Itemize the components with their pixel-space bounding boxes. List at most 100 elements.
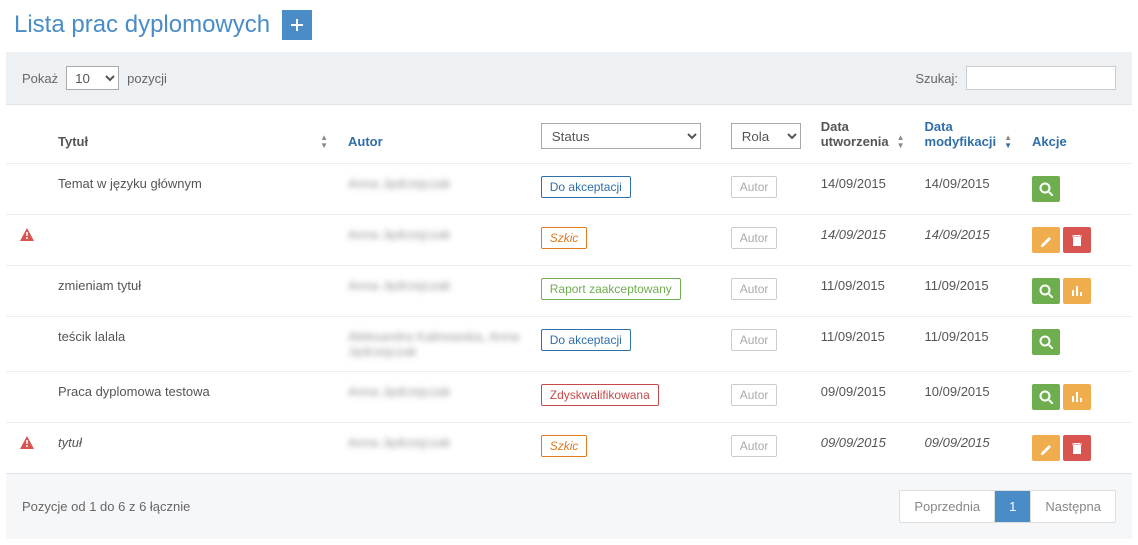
cell-status: Do akceptacji [531,164,721,215]
edit-icon [1039,233,1053,247]
warning-icon [19,439,35,454]
role-badge: Autor [731,384,778,406]
cell-title: teścik lalala [38,317,338,372]
col-role: Rola [721,105,811,164]
col-author[interactable]: Autor [338,105,531,164]
cell-modified: 11/09/2015 [915,266,1022,317]
report-icon [1070,284,1084,298]
edit-button[interactable] [1032,435,1060,461]
cell-role: Autor [721,423,811,474]
col-title[interactable]: Tytuł▲▼ [38,105,338,164]
cell-created: 09/09/2015 [811,372,915,423]
delete-icon [1070,441,1084,455]
delete-button[interactable] [1063,435,1091,461]
status-filter[interactable]: Status [541,123,701,149]
cell-title: Temat w języku głównym [38,164,338,215]
view-button[interactable] [1032,329,1060,355]
cell-created: 11/09/2015 [811,266,915,317]
col-warning [6,105,38,164]
table-toolbar: Pokaż 102550100 pozycji Szukaj: [6,52,1132,105]
table-row: Temat w języku głównym Anna Jędrzejczak … [6,164,1132,215]
cell-title: Praca dyplomowa testowa [38,372,338,423]
cell-actions [1022,215,1132,266]
cell-status: Do akceptacji [531,317,721,372]
cell-title: tytuł [38,423,338,474]
search-label: Szukaj: [915,71,958,86]
cell-modified: 14/09/2015 [915,215,1022,266]
cell-actions [1022,164,1132,215]
view-button[interactable] [1032,176,1060,202]
role-badge: Autor [731,176,778,198]
table-footer: Pozycje od 1 do 6 z 6 łącznie Poprzednia… [6,473,1132,539]
cell-created: 14/09/2015 [811,164,915,215]
edit-button[interactable] [1032,227,1060,253]
status-badge: Szkic [541,435,588,457]
view-button[interactable] [1032,384,1060,410]
status-badge: Raport zaakceptowany [541,278,681,300]
entries-label: pozycji [127,71,167,86]
cell-created: 14/09/2015 [811,215,915,266]
col-modified[interactable]: Data modyfikacji▲▼ [915,105,1022,164]
cell-author: Anna Jędrzejczak [338,423,531,474]
cell-created: 09/09/2015 [811,423,915,474]
report-button[interactable] [1063,278,1091,304]
cell-modified: 14/09/2015 [915,164,1022,215]
cell-created: 11/09/2015 [811,317,915,372]
cell-modified: 10/09/2015 [915,372,1022,423]
cell-actions [1022,317,1132,372]
status-badge: Do akceptacji [541,329,631,351]
pager-prev[interactable]: Poprzednia [900,491,994,522]
view-icon [1039,335,1053,349]
thesis-table: Tytuł▲▼ Autor Status Rola Data utworzeni… [6,105,1132,473]
delete-icon [1070,233,1084,247]
cell-modified: 11/09/2015 [915,317,1022,372]
pager: Poprzednia 1 Następna [899,490,1116,523]
table-row: teścik lalala Aleksandra Kalinowska, Ann… [6,317,1132,372]
view-icon [1039,182,1053,196]
cell-author: Anna Jędrzejczak [338,215,531,266]
cell-role: Autor [721,317,811,372]
edit-icon [1039,441,1053,455]
report-icon [1070,390,1084,404]
role-badge: Autor [731,227,778,249]
col-status: Status [531,105,721,164]
cell-status: Szkic [531,423,721,474]
cell-status: Szkic [531,215,721,266]
plus-icon [290,18,304,32]
pager-page-1[interactable]: 1 [994,491,1030,522]
role-filter[interactable]: Rola [731,123,801,149]
view-button[interactable] [1032,278,1060,304]
cell-role: Autor [721,266,811,317]
role-badge: Autor [731,329,778,351]
cell-status: Zdyskwalifikowana [531,372,721,423]
sort-icon: ▲▼ [320,134,328,149]
status-badge: Do akceptacji [541,176,631,198]
delete-button[interactable] [1063,227,1091,253]
cell-title: zmieniam tytuł [38,266,338,317]
cell-modified: 09/09/2015 [915,423,1022,474]
warning-icon [19,231,35,246]
table-row: zmieniam tytuł Anna Jędrzejczak Raport z… [6,266,1132,317]
table-row: tytuł Anna Jędrzejczak Szkic Autor 09/09… [6,423,1132,474]
add-button[interactable] [282,10,312,40]
cell-author: Anna Jędrzejczak [338,372,531,423]
cell-title [38,215,338,266]
table-row: Anna Jędrzejczak Szkic Autor 14/09/2015 … [6,215,1132,266]
col-actions: Akcje [1022,105,1132,164]
cell-role: Autor [721,164,811,215]
view-icon [1039,390,1053,404]
page-title: Lista prac dyplomowych [14,11,270,39]
cell-actions [1022,372,1132,423]
role-badge: Autor [731,435,778,457]
col-created[interactable]: Data utworzenia▲▼ [811,105,915,164]
pager-next[interactable]: Następna [1030,491,1115,522]
report-button[interactable] [1063,384,1091,410]
cell-status: Raport zaakceptowany [531,266,721,317]
sort-icon: ▲▼ [897,134,905,149]
sort-icon: ▲▼ [1004,134,1012,149]
cell-author: Aleksandra Kalinowska, Anna Jędrzejczak [338,317,531,372]
page-size-select[interactable]: 102550100 [66,66,119,90]
search-input[interactable] [966,66,1116,90]
cell-role: Autor [721,372,811,423]
role-badge: Autor [731,278,778,300]
